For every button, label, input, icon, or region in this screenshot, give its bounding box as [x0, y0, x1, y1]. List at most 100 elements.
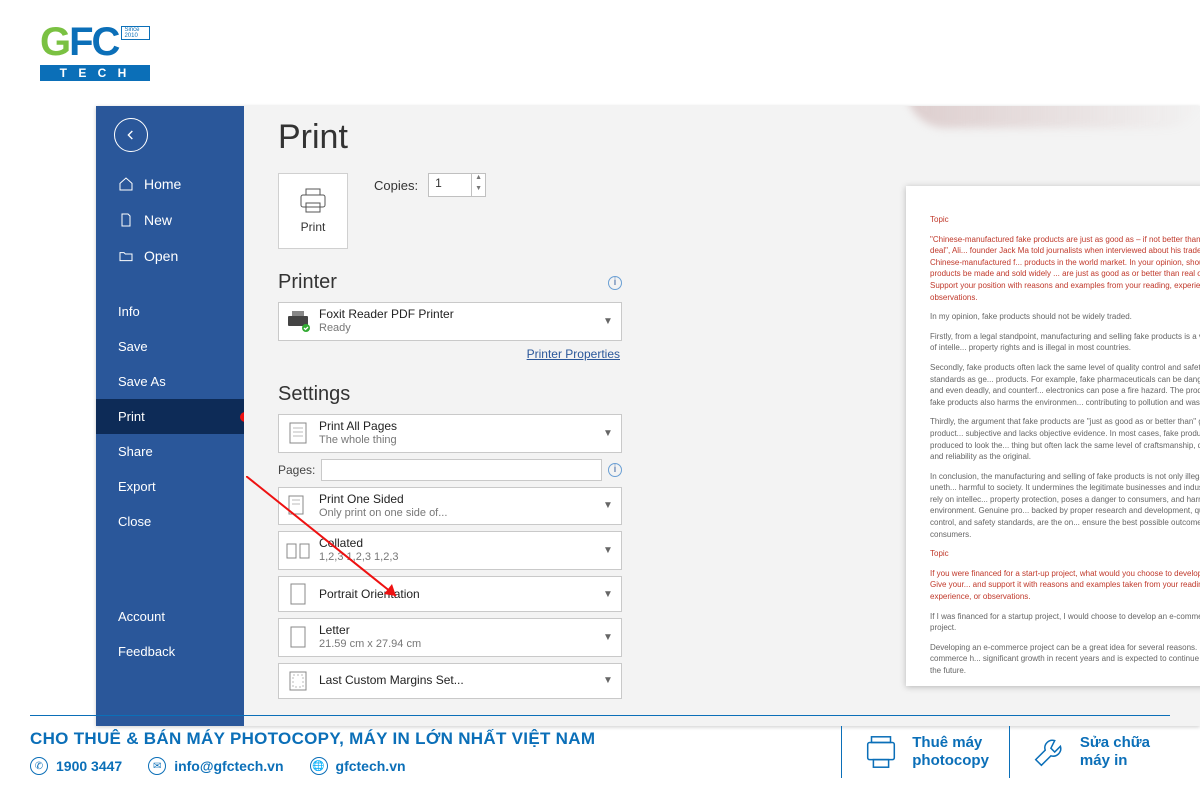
sidebar-item-new[interactable]: New — [96, 202, 244, 238]
preview-text: Secondly, fake products often lack the s… — [930, 362, 1200, 408]
copies-spinner[interactable]: 1 ▲▼ — [428, 173, 486, 197]
word-print-screenshot: Home New Open Info Save Save As Print Sh… — [96, 106, 1200, 726]
setting-papersize[interactable]: Letter21.59 cm x 27.94 cm ▼ — [278, 618, 622, 657]
setting-title: Collated — [319, 536, 595, 551]
logo-letters-fc: FC — [69, 20, 118, 65]
sidebar-item-info[interactable]: Info — [96, 294, 244, 329]
sidebar-item-export[interactable]: Export — [96, 469, 244, 504]
logo-since-badge: Since 2010 — [121, 26, 150, 40]
setting-margins[interactable]: Last Custom Margins Set... ▼ — [278, 663, 622, 699]
footer-bar: CHO THUÊ & BÁN MÁY PHOTOCOPY, MÁY IN LỚN… — [30, 715, 1170, 778]
setting-print-range[interactable]: Print All PagesThe whole thing ▼ — [278, 414, 622, 453]
sidebar-item-save[interactable]: Save — [96, 329, 244, 364]
sidebar-item-print[interactable]: Print — [96, 399, 244, 434]
info-icon[interactable]: i — [608, 276, 622, 290]
copies-label: Copies: — [374, 178, 418, 193]
one-sided-icon — [285, 493, 311, 519]
printer-heading: Printer — [278, 271, 337, 294]
printer-icon — [298, 188, 328, 214]
print-button-label: Print — [301, 220, 326, 234]
collated-icon — [285, 538, 311, 564]
setting-sub: 21.59 cm x 27.94 cm — [319, 638, 595, 652]
footer-tagline: CHO THUÊ & BÁN MÁY PHOTOCOPY, MÁY IN LỚN… — [30, 729, 841, 749]
preview-text: Topic — [930, 548, 1200, 560]
printer-ready-icon — [285, 308, 311, 334]
setting-title: Letter — [319, 623, 595, 638]
sidebar-item-feedback[interactable]: Feedback — [96, 634, 244, 669]
sidebar-label: New — [144, 212, 172, 228]
sidebar-label: Account — [118, 609, 165, 624]
printer-selector[interactable]: Foxit Reader PDF Printer Ready ▼ — [278, 302, 622, 341]
setting-sub: Only print on one side of... — [319, 507, 595, 521]
footer-website[interactable]: 🌐 gfctech.vn — [310, 757, 406, 775]
chevron-down-icon: ▼ — [603, 428, 615, 439]
globe-icon: 🌐 — [310, 757, 328, 775]
footer-email[interactable]: ✉ info@gfctech.vn — [148, 757, 283, 775]
open-folder-icon — [118, 248, 134, 264]
setting-title: Print One Sided — [319, 492, 595, 507]
footer-box-line: Thuê máy — [912, 734, 989, 752]
pages-input[interactable] — [321, 459, 602, 481]
chevron-down-icon: ▼ — [603, 316, 615, 327]
footer-service-repair[interactable]: Sửa chữamáy in — [1009, 726, 1170, 778]
preview-text: In my opinion, fake products should not … — [930, 311, 1200, 323]
footer-box-line: máy in — [1080, 752, 1150, 770]
sidebar-item-home[interactable]: Home — [96, 166, 244, 202]
settings-heading: Settings — [278, 383, 350, 406]
phone-icon: ✆ — [30, 757, 48, 775]
setting-title: Last Custom Margins Set... — [319, 673, 595, 688]
setting-sub: The whole thing — [319, 434, 595, 448]
backstage-sidebar: Home New Open Info Save Save As Print Sh… — [96, 106, 244, 726]
preview-text: Thirdly, the argument that fake products… — [930, 416, 1200, 462]
copier-icon — [862, 733, 900, 771]
back-arrow-icon — [123, 127, 139, 143]
back-button[interactable] — [114, 118, 148, 152]
printer-name: Foxit Reader PDF Printer — [319, 307, 595, 322]
footer-phone-text: 1900 3447 — [56, 758, 122, 774]
sidebar-label: Save As — [118, 374, 166, 389]
info-icon[interactable]: i — [608, 463, 622, 477]
footer-phone[interactable]: ✆ 1900 3447 — [30, 757, 122, 775]
copies-spin-buttons[interactable]: ▲▼ — [471, 174, 485, 196]
sidebar-label: Feedback — [118, 644, 175, 659]
sidebar-label: Home — [144, 176, 181, 192]
preview-text: In conclusion, the manufacturing and sel… — [930, 471, 1200, 541]
preview-text: Topic — [930, 214, 1200, 226]
new-doc-icon — [118, 212, 134, 228]
chevron-down-icon: ▼ — [603, 500, 615, 511]
setting-orientation[interactable]: Portrait Orientation ▼ — [278, 576, 622, 612]
footer-site-text: gfctech.vn — [336, 758, 406, 774]
pages-label: Pages: — [278, 463, 315, 477]
printer-properties-link[interactable]: Printer Properties — [278, 347, 620, 361]
print-preview-area: Topic "Chinese-manufactured fake product… — [656, 106, 1200, 726]
sidebar-item-saveas[interactable]: Save As — [96, 364, 244, 399]
logo-tech-bar: T E C H — [40, 65, 150, 81]
copies-value: 1 — [429, 174, 471, 196]
sidebar-label: Close — [118, 514, 151, 529]
sidebar-label: Print — [118, 409, 145, 424]
margins-icon — [285, 668, 311, 694]
sidebar-item-close[interactable]: Close — [96, 504, 244, 539]
preview-text: Developing an e-commerce project can be … — [930, 642, 1200, 677]
sidebar-label: Info — [118, 304, 140, 319]
sidebar-item-open[interactable]: Open — [96, 238, 244, 274]
footer-service-rent[interactable]: Thuê máyphotocopy — [841, 726, 1009, 778]
sidebar-item-account[interactable]: Account — [96, 599, 244, 634]
home-icon — [118, 176, 134, 192]
sidebar-label: Export — [118, 479, 156, 494]
setting-collation[interactable]: Collated1,2,3 1,2,3 1,2,3 ▼ — [278, 531, 622, 570]
mail-icon: ✉ — [148, 757, 166, 775]
sidebar-item-share[interactable]: Share — [96, 434, 244, 469]
wrench-icon — [1030, 733, 1068, 771]
preview-page: Topic "Chinese-manufactured fake product… — [906, 186, 1200, 686]
chevron-down-icon: ▼ — [603, 589, 615, 600]
sidebar-label: Share — [118, 444, 153, 459]
gfc-logo: G FC Since 2010 T E C H — [40, 20, 150, 81]
setting-sides[interactable]: Print One SidedOnly print on one side of… — [278, 487, 622, 526]
footer-email-text: info@gfctech.vn — [174, 758, 283, 774]
preview-text: Firstly, from a legal standpoint, manufa… — [930, 331, 1200, 354]
preview-shadow — [906, 106, 1200, 128]
preview-text: "Chinese-manufactured fake products are … — [930, 234, 1200, 304]
page-title: Print — [278, 118, 622, 157]
print-button[interactable]: Print — [278, 173, 348, 249]
